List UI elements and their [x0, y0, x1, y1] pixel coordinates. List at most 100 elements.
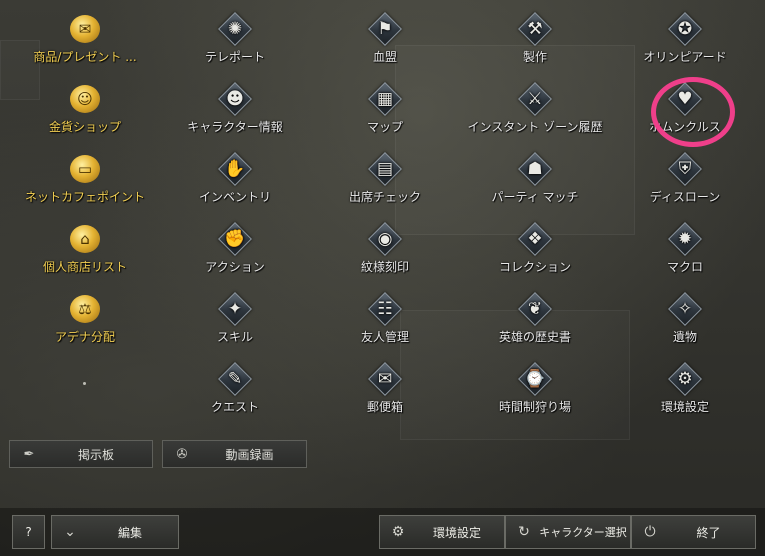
menu-item-label: アクション — [205, 260, 265, 274]
exit-label: 終了 — [696, 525, 721, 540]
clan-banner-icon: ⚑ — [368, 12, 402, 46]
menu-item-label: 郵便箱 — [366, 400, 403, 414]
menu-item-macro-gear[interactable]: ✹ マクロ — [610, 220, 760, 288]
menu-item-olympiad-crest[interactable]: ✪ オリンピアード — [610, 10, 760, 78]
settings-icon: ⚙ — [668, 362, 702, 396]
collection-icon: ❖ — [518, 222, 552, 256]
menu-item-quest-scroll[interactable]: ✎ クエスト — [160, 360, 310, 428]
help-button[interactable]: ? — [12, 515, 45, 549]
menu-item-label: アデナ分配 — [54, 330, 115, 344]
dye-pattern-icon: ◉ — [368, 222, 402, 256]
menu-item-dye-pattern[interactable]: ◉ 紋様刻印 — [310, 220, 460, 288]
olympiad-crest-icon: ✪ — [668, 12, 702, 46]
menu-item-empty-slot-dot — [10, 360, 160, 428]
hero-history-book-icon: ❦ — [518, 292, 552, 326]
double-chevron-down-icon: ⌄ — [64, 524, 76, 540]
menu-item-label: スキル — [216, 330, 253, 344]
menu-item-label: インスタント ゾーン履歴 — [467, 120, 603, 134]
menu-item-label: テレポート — [204, 50, 265, 64]
empty-slot-dot-icon — [83, 382, 86, 385]
menu-item-label: インベントリ — [198, 190, 271, 204]
timed-hunting-zone-icon: ⌚ — [518, 362, 552, 396]
skill-book-icon: ✦ — [218, 292, 252, 326]
board-button[interactable]: ✒ 掲示板 — [9, 440, 153, 468]
menu-item-label: 金貨ショップ — [48, 120, 121, 134]
menu-item-inventory-bag[interactable]: ✋ インベントリ — [160, 150, 310, 218]
dethrone-shield-icon: ⛨ — [668, 152, 702, 186]
relic-icon: ✧ — [668, 292, 702, 326]
menu-item-relic[interactable]: ✧ 遺物 — [610, 290, 760, 358]
map-icon: ▦ — [368, 82, 402, 116]
mailbox-envelope-icon: ✉ — [368, 362, 402, 396]
menu-item-label: 血盟 — [372, 50, 397, 64]
menu-item-label: 遺物 — [672, 330, 697, 344]
menu-item-label: 個人商店リスト — [42, 260, 127, 274]
menu-item-label: マップ — [366, 120, 403, 134]
netcafe-monitor-icon: ▭ — [68, 152, 102, 186]
menu-item-skill-book[interactable]: ✦ スキル — [160, 290, 310, 358]
menu-item-label: 友人管理 — [360, 330, 409, 344]
menu-item-character-info[interactable]: ☻ キャラクター情報 — [160, 80, 310, 148]
menu-item-teleport-swirl[interactable]: ✺ テレポート — [160, 10, 310, 78]
menu-item-label: 出席チェック — [348, 190, 421, 204]
menu-item-label: オリンピアード — [643, 50, 727, 64]
menu-item-gift[interactable]: ✉ 商品/プレゼント ... — [10, 10, 160, 78]
menu-item-label: クエスト — [210, 400, 259, 414]
gold-coin-shop-icon: ☺ — [68, 82, 102, 116]
inventory-bag-icon: ✋ — [218, 152, 252, 186]
menu-item-label: 英雄の歴史書 — [498, 330, 571, 344]
video-recording-label: 動画録画 — [225, 447, 274, 462]
menu-item-settings[interactable]: ⚙ 環境設定 — [610, 360, 760, 428]
menu-item-gold-coin-shop[interactable]: ☺ 金貨ショップ — [10, 80, 160, 148]
menu-item-label: マクロ — [666, 260, 703, 274]
menu-item-label: 製作 — [522, 50, 547, 64]
menu-item-label: 紋様刻印 — [360, 260, 409, 274]
menu-item-netcafe-monitor[interactable]: ▭ ネットカフェポイント — [10, 150, 160, 218]
menu-item-adena-scale[interactable]: ⚖ アデナ分配 — [10, 290, 160, 358]
menu-item-crafting-hammers[interactable]: ⚒ 製作 — [460, 10, 610, 78]
menu-item-dethrone-shield[interactable]: ⛨ ディスローン — [610, 150, 760, 218]
teleport-swirl-icon: ✺ — [218, 12, 252, 46]
settings-footer-button[interactable]: ⚙ 環境設定 — [379, 515, 505, 549]
menu-item-label: 商品/プレゼント ... — [33, 50, 137, 64]
menu-item-label: 時間制狩り場 — [498, 400, 571, 414]
quill-icon: ✒ — [23, 446, 35, 462]
exit-button[interactable]: ⏻ 終了 — [631, 515, 756, 549]
menu-item-map[interactable]: ▦ マップ — [310, 80, 460, 148]
board-label: 掲示板 — [77, 447, 114, 462]
gear-icon: ⚙ — [391, 524, 405, 540]
menu-item-collection[interactable]: ❖ コレクション — [460, 220, 610, 288]
menu-item-hero-history-book[interactable]: ❦ 英雄の歴史書 — [460, 290, 610, 358]
crafting-hammers-icon: ⚒ — [518, 12, 552, 46]
return-arrow-icon: ↻ — [518, 524, 530, 540]
menu-item-label: 環境設定 — [660, 400, 709, 414]
menu-item-label: コレクション — [498, 260, 571, 274]
menu-item-action-fist[interactable]: ✊ アクション — [160, 220, 310, 288]
gift-icon: ✉ — [68, 12, 102, 46]
settings-footer-label: 環境設定 — [432, 525, 481, 540]
menu-item-attendance-calendar[interactable]: ▤ 出席チェック — [310, 150, 460, 218]
instant-zone-swords-icon: ⚔ — [518, 82, 552, 116]
menu-item-clan-banner[interactable]: ⚑ 血盟 — [310, 10, 460, 78]
action-fist-icon: ✊ — [218, 222, 252, 256]
power-icon: ⏻ — [644, 524, 656, 540]
video-recording-button[interactable]: ✇ 動画録画 — [162, 440, 307, 468]
attendance-calendar-icon: ▤ — [368, 152, 402, 186]
homunculus-highlight-ring — [651, 77, 735, 147]
edit-button[interactable]: ⌄ 編集 — [51, 515, 179, 549]
private-store-icon: ⌂ — [68, 222, 102, 256]
menu-item-label: パーティ マッチ — [491, 190, 579, 204]
menu-item-private-store[interactable]: ⌂ 個人商店リスト — [10, 220, 160, 288]
macro-gear-icon: ✹ — [668, 222, 702, 256]
friends-icon: ☷ — [368, 292, 402, 326]
party-match-icon: ☗ — [518, 152, 552, 186]
menu-item-label: キャラクター情報 — [187, 120, 283, 134]
character-select-button[interactable]: ↻ キャラクター選択 — [505, 515, 631, 549]
menu-item-instant-zone-swords[interactable]: ⚔ インスタント ゾーン履歴 — [460, 80, 610, 148]
edit-label: 編集 — [117, 525, 142, 540]
menu-item-party-match[interactable]: ☗ パーティ マッチ — [460, 150, 610, 218]
menu-item-mailbox-envelope[interactable]: ✉ 郵便箱 — [310, 360, 460, 428]
menu-item-timed-hunting-zone[interactable]: ⌚ 時間制狩り場 — [460, 360, 610, 428]
character-info-icon: ☻ — [218, 82, 252, 116]
menu-item-friends[interactable]: ☷ 友人管理 — [310, 290, 460, 358]
